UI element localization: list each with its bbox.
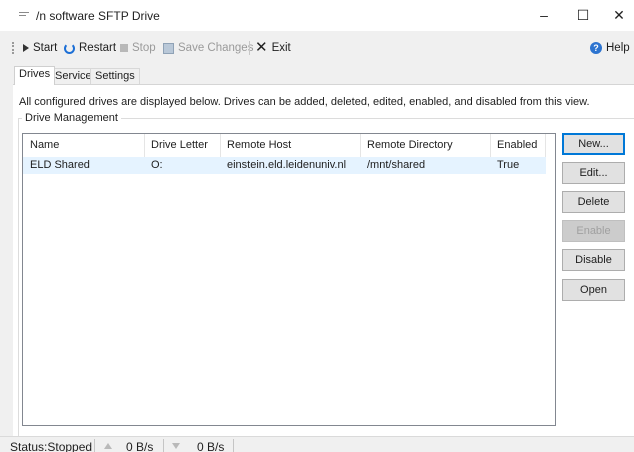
- disable-button[interactable]: Disable: [562, 249, 625, 271]
- tab-drives[interactable]: Drives: [14, 66, 56, 85]
- help-button[interactable]: ? Help: [590, 40, 630, 56]
- stop-icon: [120, 44, 128, 52]
- edit-button[interactable]: Edit...: [562, 162, 625, 184]
- cell-remote-directory: /mnt/shared: [367, 159, 426, 171]
- toolbar: Start Restart Stop Save Changes ✕ Exit ?…: [0, 31, 634, 62]
- minimize-button[interactable]: –: [527, 0, 561, 31]
- cell-name: ELD Shared: [30, 159, 90, 171]
- column-divider[interactable]: [545, 134, 546, 157]
- play-icon: [23, 44, 29, 52]
- stop-label: Stop: [132, 42, 156, 54]
- save-changes-button[interactable]: Save Changes: [163, 40, 253, 56]
- enable-button[interactable]: Enable: [562, 220, 625, 242]
- upload-rate: 0 B/s: [126, 440, 154, 452]
- exit-label: Exit: [271, 42, 291, 54]
- table-row[interactable]: ELD Shared O: einstein.eld.leidenuniv.nl…: [23, 157, 546, 174]
- tab-settings[interactable]: Settings: [90, 68, 140, 84]
- status-separator: [94, 439, 95, 452]
- upload-arrow-icon: [104, 443, 112, 449]
- column-header-name[interactable]: Name: [23, 134, 59, 157]
- drives-description: All configured drives are displayed belo…: [19, 96, 590, 108]
- window-title: /n software SFTP Drive: [36, 9, 160, 23]
- start-label: Start: [33, 42, 58, 54]
- status-text: Status:Stopped: [10, 440, 93, 452]
- delete-button[interactable]: Delete: [562, 191, 625, 213]
- open-button[interactable]: Open: [562, 279, 625, 301]
- restart-icon: [64, 42, 75, 54]
- drive-list[interactable]: Name Drive Letter Remote Host Remote Dir…: [22, 133, 556, 426]
- title-bar: /n software SFTP Drive – ☐ ✕: [0, 0, 634, 31]
- new-button[interactable]: New...: [562, 133, 625, 155]
- toolbar-separator: [249, 41, 250, 55]
- exit-button[interactable]: ✕ Exit: [255, 40, 291, 56]
- status-separator: [163, 439, 164, 452]
- help-icon: ?: [590, 42, 602, 54]
- save-icon: [163, 42, 174, 54]
- exit-icon: ✕: [255, 39, 268, 56]
- cell-drive-letter: O:: [151, 159, 163, 171]
- column-header-enabled[interactable]: Enabled: [490, 134, 537, 157]
- group-title: Drive Management: [22, 112, 121, 124]
- maximize-button[interactable]: ☐: [566, 0, 600, 31]
- cell-remote-host: einstein.eld.leidenuniv.nl: [227, 159, 347, 171]
- app-icon: [19, 12, 29, 20]
- status-separator: [233, 439, 234, 452]
- cell-enabled: True: [497, 159, 520, 171]
- close-button[interactable]: ✕: [602, 0, 634, 31]
- restart-button[interactable]: Restart: [64, 40, 116, 56]
- download-arrow-icon: [172, 443, 180, 449]
- column-header-remote-host[interactable]: Remote Host: [220, 134, 291, 157]
- toolbar-grip: [12, 42, 14, 54]
- stop-button[interactable]: Stop: [120, 40, 156, 56]
- start-button[interactable]: Start: [23, 40, 57, 56]
- column-header-remote-directory[interactable]: Remote Directory: [360, 134, 453, 157]
- column-header-drive-letter[interactable]: Drive Letter: [144, 134, 208, 157]
- save-changes-label: Save Changes: [178, 42, 254, 54]
- download-rate: 0 B/s: [197, 440, 225, 452]
- restart-label: Restart: [79, 42, 117, 54]
- status-bar: Status:Stopped 0 B/s 0 B/s: [0, 436, 634, 452]
- help-label: Help: [606, 42, 630, 54]
